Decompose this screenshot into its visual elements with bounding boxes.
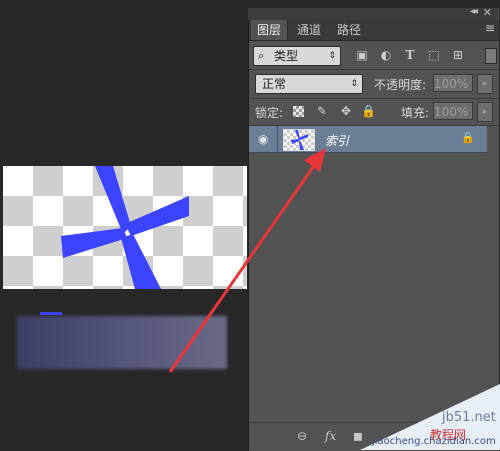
lock-row: 锁定: ✎ ✥ 🔒 填充: 100% ▸ bbox=[249, 100, 499, 124]
search-icon: ⌕ bbox=[258, 49, 265, 62]
smart-object-filter-icon[interactable]: ⊞ bbox=[451, 48, 465, 62]
filter-kind-label: 类型 bbox=[274, 49, 299, 63]
layer-lock-icon: 🔒 bbox=[461, 131, 475, 144]
layer-filter-row: ⌕ 类型 ⇕ ▣ ◐ T ⬚ ⊞ bbox=[249, 42, 499, 68]
layer-name[interactable]: 索引 bbox=[325, 132, 349, 149]
fill-field[interactable]: 100% bbox=[433, 102, 473, 120]
layer-list: ◉ 索引 🔒 bbox=[249, 126, 499, 416]
layer-style-fx-icon[interactable]: fx bbox=[325, 429, 336, 443]
pinwheel-blade-left bbox=[61, 228, 127, 258]
panel-header-strip: ◂◂ ✕ bbox=[248, 6, 498, 20]
blend-mode-select[interactable]: 正常 ⇕ bbox=[255, 74, 363, 94]
type-layer-filter-icon[interactable]: T bbox=[403, 48, 417, 62]
thumbnail-pinwheel bbox=[291, 130, 308, 150]
tab-paths[interactable]: 路径 bbox=[331, 20, 367, 40]
visibility-eye-icon[interactable]: ◉ bbox=[258, 132, 268, 146]
layer-row[interactable]: ◉ 索引 🔒 bbox=[249, 126, 487, 153]
dropdown-arrow-icon: ⇕ bbox=[350, 79, 358, 89]
pinwheel-blade-right bbox=[125, 196, 189, 236]
tab-layers[interactable]: 图层 bbox=[251, 20, 289, 40]
panel-tab-bar: 图层 通道 路径 ≡ bbox=[249, 20, 499, 41]
pinwheel-blade-bottom bbox=[121, 234, 161, 289]
blend-row: 正常 ⇕ 不透明度: 100% ▸ bbox=[249, 72, 499, 96]
fill-label: 填充: bbox=[401, 106, 430, 120]
divider bbox=[249, 98, 499, 99]
fill-slider-button[interactable]: ▸ bbox=[477, 102, 493, 122]
lock-label: 锁定: bbox=[255, 106, 284, 120]
blend-mode-label: 正常 bbox=[262, 77, 287, 91]
close-icon[interactable]: ✕ bbox=[483, 6, 492, 19]
shape-layer-filter-icon[interactable]: ⬚ bbox=[427, 48, 441, 62]
opacity-label: 不透明度: bbox=[374, 78, 427, 92]
document-canvas[interactable] bbox=[3, 166, 247, 289]
pinwheel-shape bbox=[61, 166, 189, 289]
watermark: jb51.net 教程网 jiaocheng.chazidian.com bbox=[360, 384, 500, 450]
divider bbox=[249, 69, 499, 70]
blurred-rectangle bbox=[17, 316, 227, 369]
divider bbox=[277, 126, 278, 152]
opacity-slider-button[interactable]: ▸ bbox=[477, 74, 493, 94]
link-layers-icon[interactable]: ⊖ bbox=[297, 429, 307, 443]
filter-kind-select[interactable]: ⌕ 类型 ⇕ bbox=[253, 46, 341, 66]
pixel-layer-filter-icon[interactable]: ▣ bbox=[355, 48, 369, 62]
opacity-field[interactable]: 100% bbox=[433, 74, 473, 92]
canvas-area[interactable] bbox=[0, 0, 248, 450]
lock-image-pixels-icon[interactable]: ✎ bbox=[315, 104, 329, 118]
tab-channels[interactable]: 通道 bbox=[291, 20, 327, 40]
dropdown-arrow-icon: ⇕ bbox=[328, 51, 336, 61]
lock-all-icon[interactable]: 🔒 bbox=[361, 104, 376, 118]
blue-mark bbox=[40, 312, 62, 315]
lock-position-icon[interactable]: ✥ bbox=[339, 104, 353, 118]
watermark-site-secondary: jiaocheng.chazidian.com bbox=[372, 436, 496, 447]
watermark-site: jb51.net bbox=[442, 410, 496, 425]
collapse-panels-icon[interactable]: ◂◂ bbox=[470, 6, 478, 17]
layer-thumbnail[interactable] bbox=[283, 129, 315, 151]
adjustment-layer-filter-icon[interactable]: ◐ bbox=[379, 48, 393, 62]
lock-transparent-pixels-icon[interactable] bbox=[293, 106, 304, 117]
filter-toggle-switch[interactable] bbox=[485, 48, 497, 64]
panel-menu-icon[interactable]: ≡ bbox=[485, 21, 495, 35]
